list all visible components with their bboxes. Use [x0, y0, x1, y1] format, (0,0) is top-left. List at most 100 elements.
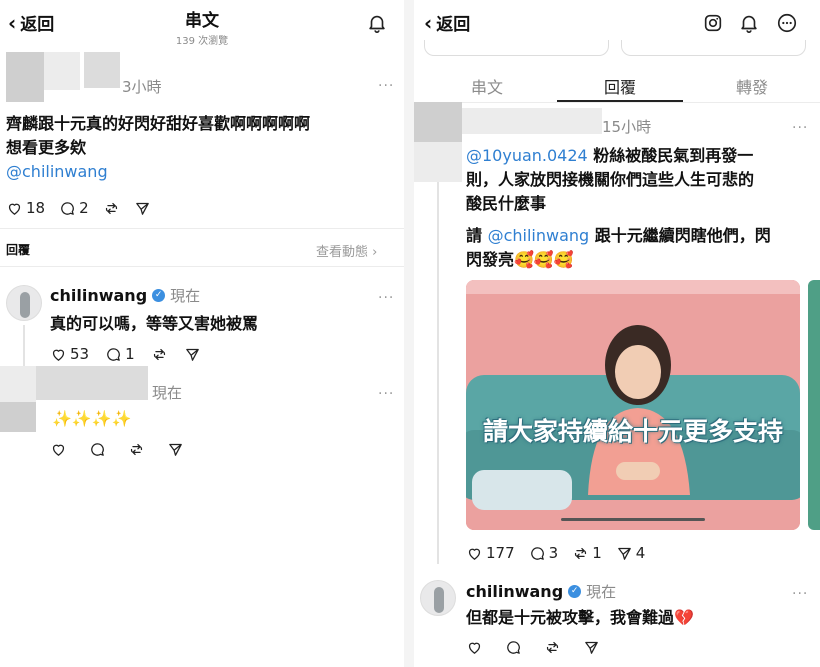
notify-button[interactable] [738, 12, 760, 38]
repost-button[interactable] [544, 639, 561, 656]
send-icon [583, 639, 600, 656]
post-text-2: 請 @chilinwang 跟十元繼續閃瞎他們，閃 閃發亮🥰🥰🥰 [466, 224, 816, 272]
like-button[interactable] [50, 441, 67, 458]
notification-button[interactable] [366, 12, 388, 38]
tab-replies[interactable]: 回覆 [580, 74, 660, 98]
repost-button[interactable] [128, 441, 145, 458]
more-button[interactable] [776, 12, 798, 38]
heart-icon [50, 441, 67, 458]
blurred-username [44, 52, 80, 90]
post-text-line1: 齊麟跟十元真的好閃好甜好喜歡啊啊啊啊啊 [6, 114, 311, 133]
share-button[interactable] [583, 639, 600, 656]
comment-button[interactable] [89, 441, 106, 458]
photo-illustration [466, 280, 800, 530]
share-button[interactable]: 4 [616, 544, 646, 562]
like-button[interactable]: 53 [50, 345, 89, 363]
panel-divider [404, 0, 414, 667]
blurred-username [462, 108, 602, 134]
repost-button[interactable] [103, 200, 120, 217]
comment-icon [89, 441, 106, 458]
heart-icon [466, 545, 483, 562]
blurred-avatar [0, 366, 36, 402]
blurred-username [36, 366, 148, 400]
mention-link[interactable]: @chilinwang [488, 226, 590, 245]
repost-button[interactable] [151, 346, 168, 363]
post-text-line: 酸民什麼事 [466, 194, 547, 213]
divider [0, 266, 404, 267]
left-thread-screen: ‹ 返回 串文 139 次瀏覽 3小時 ··· 齊麟跟十元真的好閃好甜好喜歡啊啊… [0, 0, 404, 667]
back-button[interactable]: ‹ 返回 [8, 10, 54, 36]
bell-icon [369, 15, 385, 33]
chevron-left-icon: ‹ [424, 10, 433, 35]
profile-action-button[interactable] [424, 40, 609, 56]
more-options-icon[interactable]: ··· [792, 586, 808, 602]
blurred-username-part [84, 52, 120, 88]
send-icon [134, 200, 151, 217]
avatar[interactable] [6, 285, 42, 321]
post-image[interactable]: 請大家持續給十元更多支持 [466, 280, 800, 530]
post-mention-link[interactable]: @chilinwang [6, 160, 398, 184]
repost-button[interactable]: 1 [572, 544, 602, 562]
back-label: 返回 [436, 15, 471, 35]
send-icon [184, 346, 201, 363]
like-count: 53 [70, 345, 90, 363]
comment-icon [529, 545, 546, 562]
post-text-line: 則，人家放閃接機關你們這些人生可悲的 [466, 170, 755, 189]
blurred-avatar [6, 52, 44, 102]
more-options-icon[interactable]: ··· [792, 120, 808, 136]
heart-icon [50, 346, 67, 363]
reply-time: 現在 [152, 384, 183, 402]
post-time: 15小時 [602, 118, 652, 136]
instagram-button[interactable] [702, 12, 724, 38]
like-button[interactable]: 18 [6, 199, 45, 217]
tab-threads[interactable]: 串文 [447, 74, 527, 98]
profile-action-button[interactable] [621, 40, 806, 56]
more-options-icon[interactable]: ··· [378, 78, 394, 94]
like-button[interactable]: 177 [466, 544, 515, 562]
back-button[interactable]: ‹ 返回 [424, 10, 471, 36]
avatar[interactable] [420, 580, 456, 616]
reply-actions [466, 639, 600, 656]
comment-button[interactable]: 2 [59, 199, 89, 217]
repost-icon [128, 441, 145, 458]
username-link[interactable]: chilinwang [50, 286, 147, 305]
mention-link[interactable]: @10yuan.0424 [466, 146, 588, 165]
comment-count: 2 [79, 199, 89, 217]
like-count: 177 [486, 544, 515, 562]
thread-line [437, 182, 439, 564]
send-icon [167, 441, 184, 458]
reply-time: 現在 [586, 583, 617, 601]
username-link[interactable]: chilinwang [466, 582, 563, 601]
next-image-preview[interactable] [808, 280, 820, 530]
repost-icon [544, 639, 561, 656]
repost-count: 1 [592, 544, 602, 562]
comment-button[interactable]: 3 [529, 544, 558, 562]
like-count: 18 [26, 199, 46, 217]
heart-icon [6, 200, 23, 217]
verified-badge-icon: ✓ [568, 585, 582, 598]
comment-icon [59, 200, 76, 217]
reply-text: ✨✨✨✨ [52, 409, 132, 428]
chevron-left-icon: ‹ [8, 10, 17, 35]
post-text-part: 粉絲被酸民氣到再發一 [587, 146, 754, 165]
right-profile-screen: ‹ 返回 串文 回覆 轉發 15小時 ··· @10yuan.0424 粉絲被酸… [414, 0, 820, 667]
post-text-line2: 想看更多欸 [6, 138, 87, 157]
share-button[interactable] [134, 200, 151, 217]
blurred-avatar [414, 102, 462, 142]
reply-time: 現在 [170, 287, 201, 305]
share-button[interactable] [167, 441, 184, 458]
replies-label: 回覆 [6, 243, 31, 257]
comment-button[interactable] [505, 639, 522, 656]
instagram-icon [704, 14, 722, 32]
like-button[interactable] [466, 639, 483, 656]
share-button[interactable] [184, 346, 201, 363]
more-options-icon[interactable]: ··· [378, 290, 394, 306]
comment-button[interactable]: 1 [105, 345, 135, 363]
divider [0, 228, 404, 229]
more-options-icon[interactable]: ··· [378, 386, 394, 402]
share-count: 4 [635, 544, 646, 562]
view-activity-link[interactable]: 查看動態 › [316, 241, 377, 260]
post-text-line: 閃發亮🥰🥰🥰 [466, 250, 574, 269]
tab-reposts[interactable]: 轉發 [712, 74, 792, 98]
header-title-group: 串文 139 次瀏覽 [152, 6, 252, 47]
